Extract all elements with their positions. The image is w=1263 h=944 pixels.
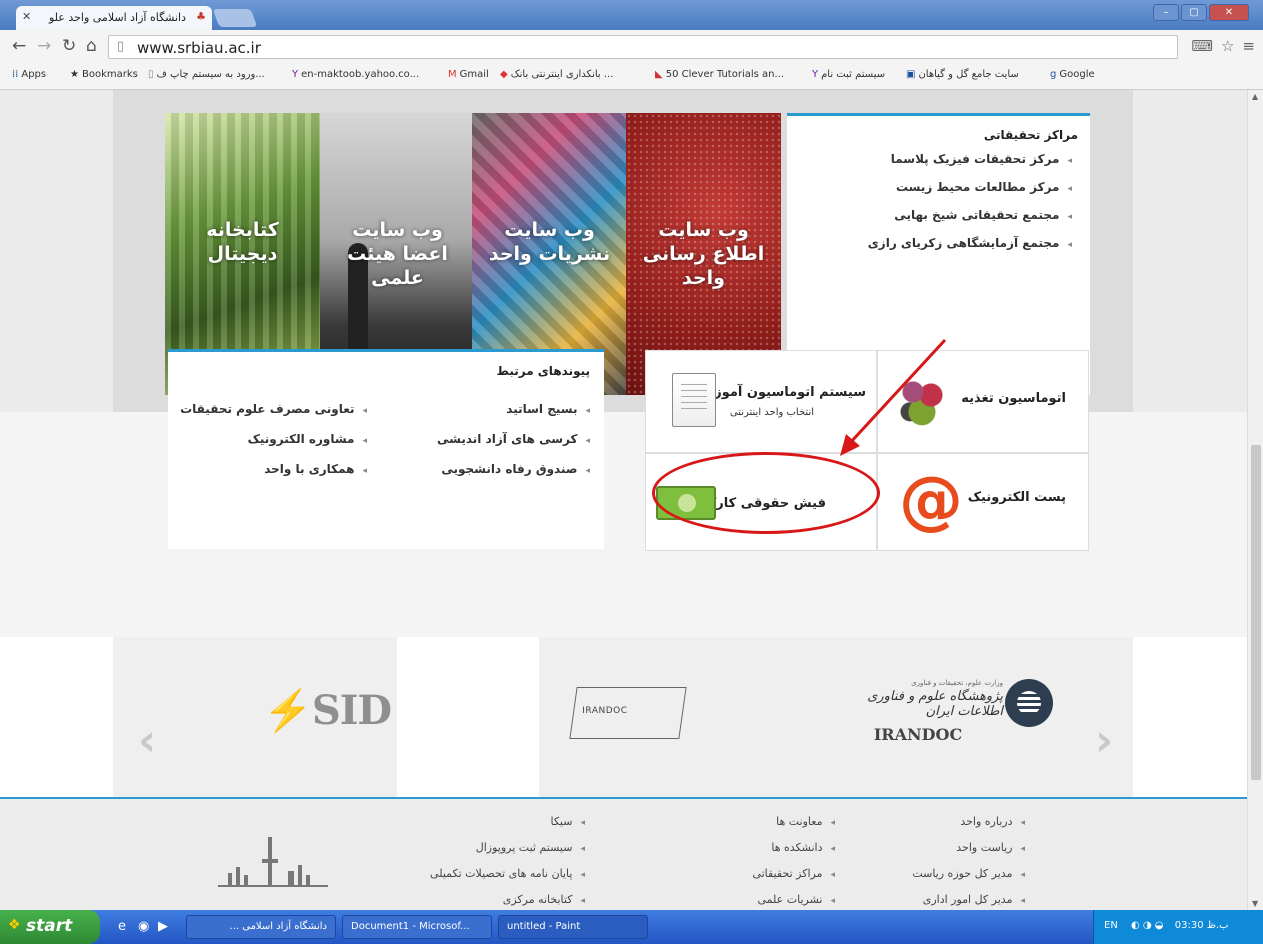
task-word[interactable]: Document1 - Microsof... (342, 915, 492, 939)
carousel-prev-icon[interactable]: ‹ (138, 715, 156, 766)
bookmark-flowers[interactable]: ▣ سایت جامع گل و گیاهان (906, 69, 1019, 80)
irandoc-text: وزارت علوم، تحقیقات و فناوری پژوهشگاه عل… (867, 679, 1003, 744)
chrome-icon[interactable]: ◉ (138, 919, 149, 934)
tab-close-icon[interactable]: ✕ (22, 10, 31, 23)
window-titlebar: ✕ دانشگاه آزاد اسلامی واحد علو ♣ – ▢ ✕ (0, 0, 1263, 30)
footer-link[interactable]: نشریات علمی (752, 893, 835, 906)
browser-toolbar: ← → ↻ ⌂ ▯ www.srbiau.ac.ir ⌨ ☆ ≡ (0, 30, 1263, 64)
flower-icon: ▣ (906, 69, 916, 80)
irandoc-logo[interactable]: IRANDOC (569, 687, 687, 739)
window-controls: – ▢ ✕ (1153, 4, 1249, 21)
windows-taskbar: start e ◉ ▶ دانشگاه آزاد اسلامی ... Docu… (0, 910, 1263, 944)
back-icon[interactable]: ← (12, 36, 26, 56)
new-tab-button[interactable] (212, 9, 258, 27)
language-indicator[interactable]: EN (1104, 920, 1118, 931)
task-chrome[interactable]: دانشگاه آزاد اسلامی ... (186, 915, 336, 939)
tab-title: دانشگاه آزاد اسلامی واحد علو (48, 11, 186, 24)
apps-icon: ⁞⁞ (12, 69, 19, 80)
bookmark-register[interactable]: Y سیستم ثبت نام (812, 69, 885, 80)
start-button[interactable]: start (0, 910, 100, 944)
skyline-logo-icon (218, 837, 328, 887)
bookmark-google[interactable]: g Google (1050, 69, 1095, 80)
footer-link[interactable]: کتابخانه مرکزی (430, 893, 585, 906)
footer-column: درباره واحد ریاست واحد مدیر کل حوزه ریاس… (912, 815, 1025, 910)
bookmark-tutorials[interactable]: ◣ 50 Clever Tutorials an... (655, 69, 784, 80)
footer-link[interactable]: ریاست واحد (912, 841, 1025, 854)
forward-icon[interactable]: → (37, 36, 51, 56)
gmail-icon: M (448, 69, 457, 80)
irandoc-emblem-icon[interactable] (1005, 679, 1053, 727)
footer-link[interactable]: مدیر کل امور اداری (912, 893, 1025, 906)
footer-link[interactable]: سیکا (430, 815, 585, 828)
bookmarks-bar: ⁞⁞ Apps ★ Bookmarks ▯ ورود به سیستم چاپ ف..… (0, 64, 1263, 90)
footer-link[interactable]: مراکز تحقیقاتی (752, 867, 835, 880)
home-icon[interactable]: ⌂ (86, 36, 97, 56)
star-icon: ★ (70, 69, 79, 80)
footer-column: معاونت ها دانشکده ها مراکز تحقیقاتی نشری… (752, 815, 835, 910)
site-footer: درباره واحد ریاست واحد مدیر کل حوزه ریاس… (0, 797, 1247, 910)
footer-link[interactable]: سیستم ثبت پروپوزال (430, 841, 585, 854)
media-icon[interactable]: ▶ (158, 919, 168, 934)
bookmark-apps[interactable]: ⁞⁞ Apps (12, 69, 46, 80)
ie-icon[interactable]: e (118, 919, 126, 934)
footer-link[interactable]: پایان نامه های تحصیلات تکمیلی (430, 867, 585, 880)
footer-link[interactable]: مدیر کل حوزه ریاست (912, 867, 1025, 880)
minimize-button[interactable]: – (1153, 4, 1179, 21)
task-paint[interactable]: untitled - Paint (498, 915, 648, 939)
web-page: کتابخانه دیجیتال وب سایت اعضا هیئت علمی … (0, 90, 1247, 910)
yahoo-icon: Y (812, 69, 819, 80)
page-scrollbar[interactable]: ▲ ▼ (1247, 90, 1263, 910)
footer-link[interactable]: درباره واحد (912, 815, 1025, 828)
bookmark-bookmarks[interactable]: ★ Bookmarks (70, 69, 138, 80)
bookmark-star-icon[interactable]: ☆ (1221, 37, 1234, 55)
address-bar[interactable]: ▯ www.srbiau.ac.ir (108, 35, 1178, 59)
bookmark-print-system[interactable]: ▯ ورود به سیستم چاپ ف... (148, 69, 265, 80)
page-icon: ▯ (117, 39, 125, 54)
bookmark-bank[interactable]: ◆ بانکداری اینترنتی بانک ... (500, 69, 613, 80)
url-text: www.srbiau.ac.ir (137, 39, 261, 57)
favicon-icon: ♣ (196, 10, 206, 23)
scroll-down-icon[interactable]: ▼ (1252, 899, 1258, 908)
menu-icon[interactable]: ≡ (1242, 37, 1255, 55)
bookmark-yahoo[interactable]: Yen-maktoob.yahoo.co... (292, 69, 419, 80)
footer-column: سیکا سیستم ثبت پروپوزال پایان نامه های ت… (430, 815, 585, 910)
bookmark-gmail[interactable]: M Gmail (448, 69, 489, 80)
carousel-next-icon[interactable]: › (1095, 715, 1113, 766)
yahoo-icon: Y (292, 69, 299, 80)
translate-icon[interactable]: ⌨ (1191, 37, 1213, 55)
footer-link[interactable]: دانشکده ها (752, 841, 835, 854)
window-close-button[interactable]: ✕ (1209, 4, 1249, 21)
tray-icons[interactable]: ◐ ◑ ◒ (1131, 920, 1164, 931)
partners-carousel: ‹ ⚡SID IRANDOC وزارت علوم، تحقیقات و فنا… (113, 637, 1133, 797)
scroll-thumb[interactable] (1251, 445, 1261, 780)
maximize-button[interactable]: ▢ (1181, 4, 1207, 21)
page-icon: ▯ (148, 69, 154, 80)
system-tray: EN ◐ ◑ ◒ 03:30 ب.ظ (1093, 910, 1263, 944)
browser-tab[interactable]: ✕ دانشگاه آزاد اسلامی واحد علو ♣ (16, 6, 212, 30)
sid-logo[interactable]: ⚡SID (263, 687, 392, 734)
footer-link[interactable]: معاونت ها (752, 815, 835, 828)
scroll-up-icon[interactable]: ▲ (1252, 92, 1258, 101)
tutorial-icon: ◣ (655, 69, 663, 80)
reload-icon[interactable]: ↻ (62, 36, 76, 56)
bank-icon: ◆ (500, 69, 508, 80)
clock[interactable]: 03:30 ب.ظ (1175, 920, 1229, 931)
google-icon: g (1050, 69, 1057, 80)
logo-card (397, 637, 539, 797)
